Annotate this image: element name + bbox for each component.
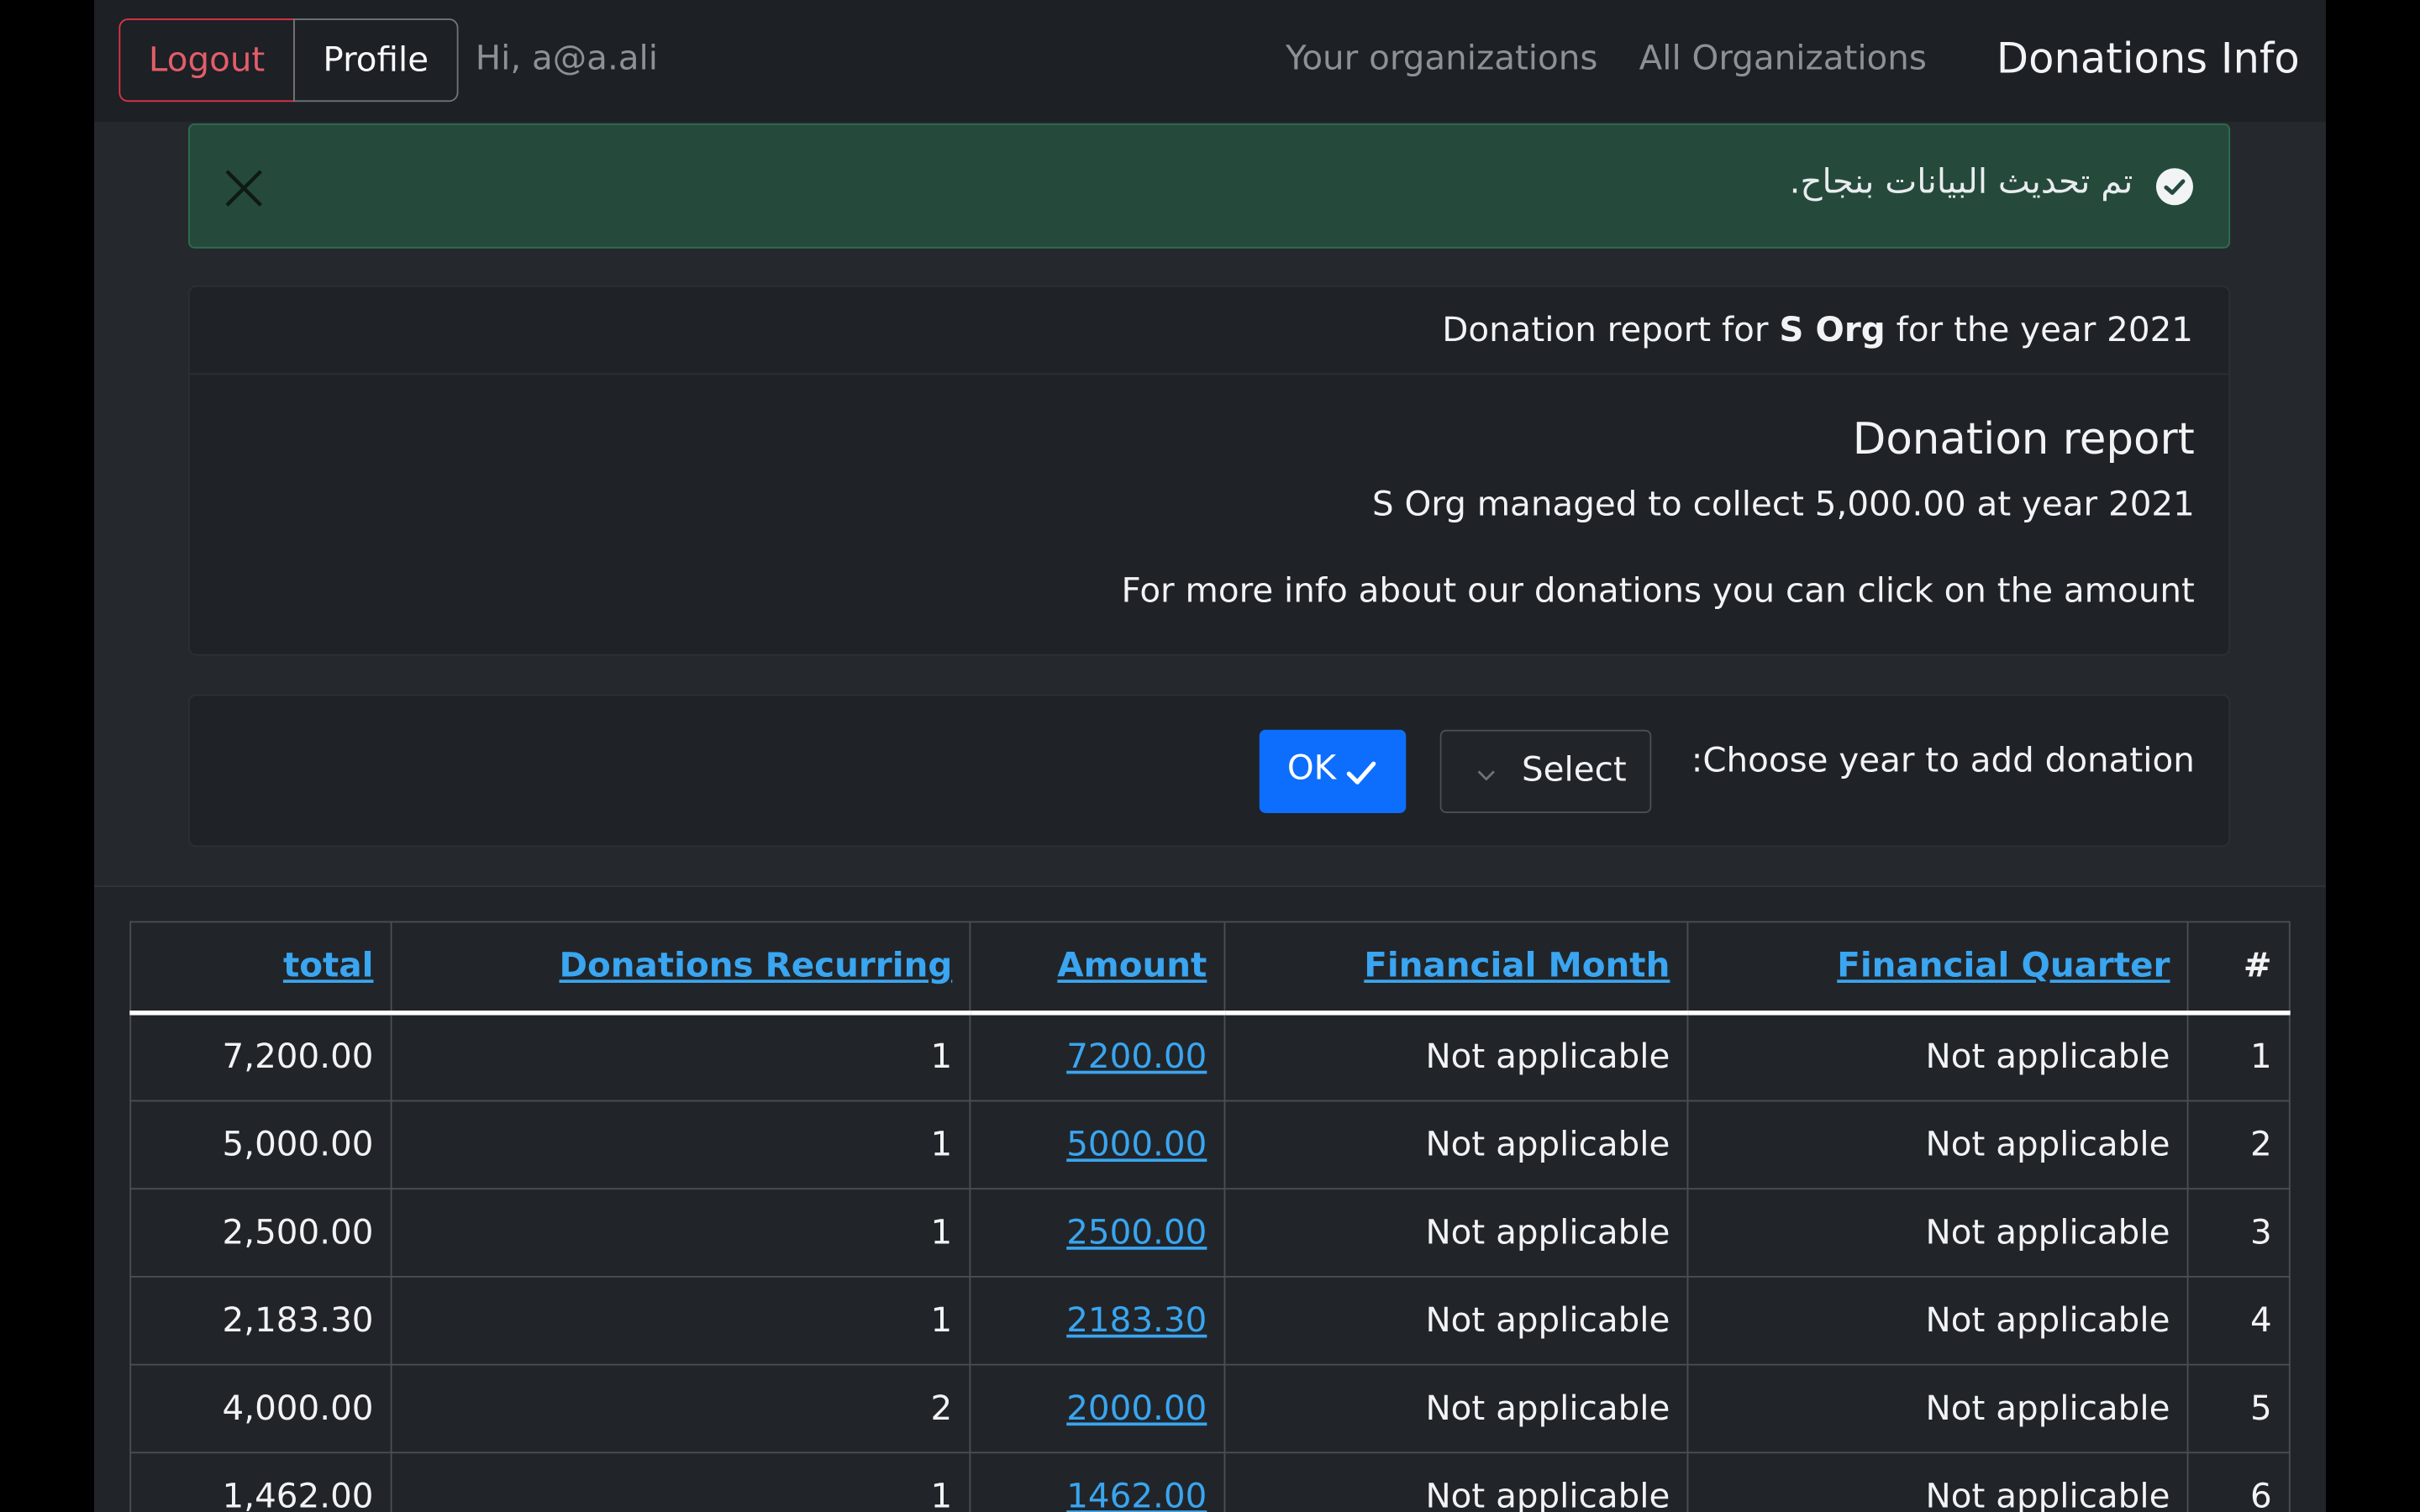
cell-total: 1,462.00 (129, 1452, 392, 1512)
sort-quarter-link[interactable]: Financial Quarter (1837, 948, 2170, 986)
cell-recurring: 1 (390, 1452, 971, 1512)
sort-amount-link[interactable]: Amount (1057, 948, 1207, 986)
ok-button[interactable]: OK (1259, 729, 1407, 813)
cell-quarter: Not applicable (1686, 1100, 2189, 1190)
report-info: For more info about our donations you ca… (1121, 572, 2195, 612)
report-summary: S Org managed to collect 5,000.00 at yea… (1372, 486, 2195, 525)
cell-index: 5 (2186, 1363, 2291, 1454)
cell-amount: 2000.00 (969, 1363, 1226, 1454)
column-header-month: Financial Month (1223, 921, 1689, 1016)
table-row: 4,000.00 2 2000.00 Not applicable Not ap… (129, 1363, 2291, 1454)
table-row: 2,183.30 1 2183.30 Not applicable Not ap… (129, 1275, 2291, 1366)
table-header-row: total Donations Recurring Amount Financi… (129, 921, 2291, 1016)
cell-month: Not applicable (1223, 1452, 1689, 1512)
cell-month: Not applicable (1223, 1100, 1689, 1190)
check-circle-icon (2154, 166, 2195, 207)
cell-recurring: 2 (390, 1363, 971, 1454)
column-header-recurring: Donations Recurring (390, 921, 971, 1016)
cell-month: Not applicable (1223, 1188, 1689, 1278)
table-row: 2,500.00 1 2500.00 Not applicable Not ap… (129, 1188, 2291, 1278)
cell-amount: 2500.00 (969, 1188, 1226, 1278)
cell-amount: 7200.00 (969, 1011, 1226, 1102)
user-greeting: Hi, a@a.ali (475, 39, 659, 79)
amount-link[interactable]: 5000.00 (1066, 1126, 1207, 1164)
sort-month-link[interactable]: Financial Month (1364, 948, 1670, 986)
cell-month: Not applicable (1223, 1011, 1689, 1102)
report-header-suffix: for the year 2021 (1885, 312, 2193, 350)
sort-recurring-link[interactable]: Donations Recurring (559, 948, 952, 986)
nav-link-all-organizations[interactable]: All Organizations (1639, 40, 1927, 79)
report-title: Donation report (1852, 413, 2195, 465)
cell-quarter: Not applicable (1686, 1188, 2189, 1278)
close-icon[interactable] (221, 165, 267, 212)
cell-index: 4 (2186, 1275, 2291, 1366)
cell-index: 3 (2186, 1188, 2291, 1278)
column-header-total: total (129, 921, 392, 1016)
amount-link[interactable]: 2500.00 (1066, 1214, 1207, 1252)
report-header: Donation report for S Org for the year 2… (1442, 312, 2193, 350)
cell-amount: 1462.00 (969, 1452, 1226, 1512)
cell-amount: 5000.00 (969, 1100, 1226, 1190)
choose-year-label: :Choose year to add donation (1691, 742, 2195, 781)
cell-month: Not applicable (1223, 1363, 1689, 1454)
table-row: 7,200.00 1 7200.00 Not applicable Not ap… (129, 1011, 2291, 1102)
chevron-down-icon (1472, 759, 1500, 787)
ok-button-label: OK (1286, 749, 1337, 789)
cell-quarter: Not applicable (1686, 1452, 2189, 1512)
report-org-name: S Org (1779, 312, 1886, 350)
card-header: Donation report for S Org for the year 2… (189, 287, 2229, 375)
profile-button[interactable]: Profile (292, 18, 459, 102)
amount-link[interactable]: 1462.00 (1066, 1478, 1207, 1512)
cell-total: 7,200.00 (129, 1011, 392, 1102)
cell-quarter: Not applicable (1686, 1275, 2189, 1366)
alert-message: تم تحديث البيانات بنجاح. (1789, 163, 2133, 202)
sort-total-link[interactable]: total (283, 948, 374, 986)
cell-quarter: Not applicable (1686, 1011, 2189, 1102)
cell-index: 2 (2186, 1100, 2291, 1190)
cell-total: 5,000.00 (129, 1100, 392, 1190)
check-icon (1344, 756, 1378, 790)
cell-recurring: 1 (390, 1188, 971, 1278)
cell-index: 1 (2186, 1011, 2291, 1102)
nav-link-your-organizations[interactable]: Your organizations (1286, 40, 1597, 79)
donation-report-card: Donation report for S Org for the year 2… (188, 285, 2231, 656)
year-form-card: :Choose year to add donation Select OK (188, 694, 2231, 848)
column-header-index: # (2186, 921, 2291, 1016)
cell-total: 4,000.00 (129, 1363, 392, 1454)
amount-link[interactable]: 2183.30 (1066, 1301, 1207, 1340)
cell-index: 6 (2186, 1452, 2291, 1512)
cell-month: Not applicable (1223, 1275, 1689, 1366)
report-header-prefix: Donation report for (1442, 312, 1780, 350)
cell-total: 2,183.30 (129, 1275, 392, 1366)
navbar-brand[interactable]: Donations Info (1996, 35, 2300, 83)
cell-amount: 2183.30 (969, 1275, 1226, 1366)
year-select-value: Select (1522, 751, 1627, 790)
navbar: Logout Profile Hi, a@a.ali Your organiza… (94, 0, 2326, 123)
cell-quarter: Not applicable (1686, 1363, 2189, 1454)
amount-link[interactable]: 7200.00 (1066, 1038, 1207, 1077)
table-row: 1,462.00 1 1462.00 Not applicable Not ap… (129, 1452, 2291, 1512)
success-alert: تم تحديث البيانات بنجاح. (188, 123, 2231, 249)
cell-total: 2,500.00 (129, 1188, 392, 1278)
cell-recurring: 1 (390, 1011, 971, 1102)
column-header-quarter: Financial Quarter (1686, 921, 2189, 1016)
amount-link[interactable]: 2000.00 (1066, 1389, 1207, 1428)
logout-button[interactable]: Logout (118, 18, 295, 102)
cell-recurring: 1 (390, 1100, 971, 1190)
table-section: total Donations Recurring Amount Financi… (94, 887, 2326, 1512)
year-select[interactable]: Select (1439, 729, 1652, 813)
table-row: 5,000.00 1 5000.00 Not applicable Not ap… (129, 1100, 2291, 1190)
cell-recurring: 1 (390, 1275, 971, 1366)
donations-table: total Donations Recurring Amount Financi… (129, 921, 2291, 1512)
column-header-amount: Amount (969, 921, 1226, 1016)
page: Logout Profile Hi, a@a.ali Your organiza… (94, 0, 2326, 1512)
